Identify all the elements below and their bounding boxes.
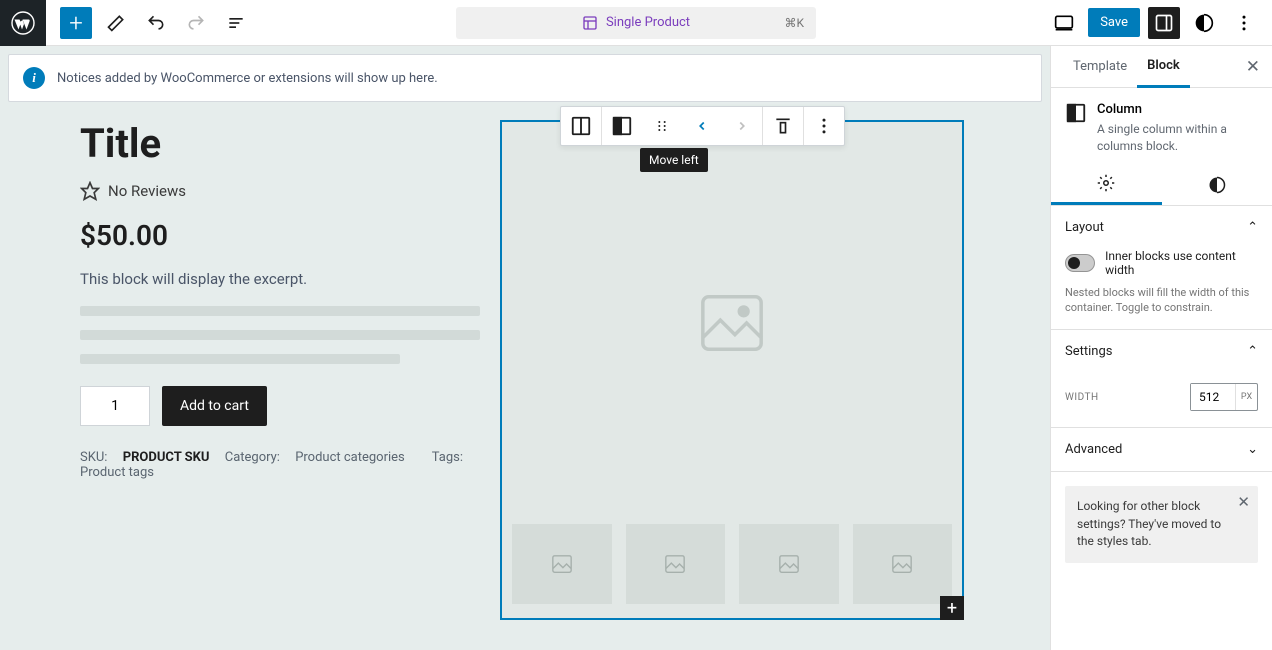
width-input[interactable] (1191, 384, 1235, 410)
settings-section-header[interactable]: Settings ⌃ (1051, 330, 1272, 373)
placeholder-line (80, 354, 400, 364)
more-options-button[interactable] (1228, 7, 1260, 39)
block-toolbar (560, 106, 845, 146)
notice-banner: i Notices added by WooCommerce or extens… (8, 54, 1042, 102)
sidebar-tab-block[interactable]: Block (1137, 47, 1190, 88)
image-icon (890, 553, 914, 575)
align-button[interactable] (763, 107, 803, 145)
block-name: Column (1097, 102, 1258, 117)
product-title[interactable]: Title (80, 120, 480, 167)
placeholder-line (80, 306, 480, 316)
info-icon: i (23, 67, 45, 89)
document-switcher[interactable]: Single Product ⌘K (456, 7, 816, 39)
block-inserter-button[interactable]: + (940, 596, 964, 620)
chevron-up-icon: ⌃ (1247, 220, 1258, 235)
shortcut-hint: ⌘K (784, 16, 804, 30)
block-type-button[interactable] (602, 107, 642, 145)
chevron-up-icon: ⌃ (1247, 344, 1258, 359)
layout-help-text: Nested blocks will fill the width of thi… (1065, 285, 1258, 316)
thumbnail-placeholder[interactable] (512, 524, 612, 604)
document-label: Single Product (606, 15, 690, 30)
toggle-label: Inner blocks use content width (1105, 249, 1258, 277)
content-width-toggle[interactable] (1065, 254, 1095, 272)
advanced-section-header[interactable]: Advanced ⌄ (1051, 428, 1272, 471)
block-description: A single column within a columns block. (1097, 121, 1258, 155)
notice-text: Notices added by WooCommerce or extensio… (57, 71, 438, 86)
view-desktop-button[interactable] (1048, 7, 1080, 39)
reviews-row[interactable]: No Reviews (80, 181, 480, 201)
width-label: WIDTH (1065, 392, 1099, 403)
redo-button[interactable] (180, 7, 212, 39)
list-view-button[interactable] (220, 7, 252, 39)
thumbnail-placeholder[interactable] (853, 524, 953, 604)
settings-subtab[interactable] (1051, 165, 1162, 205)
close-sidebar-button[interactable]: ✕ (1246, 57, 1260, 77)
dismiss-hint-button[interactable]: ✕ (1237, 492, 1250, 514)
move-right-button[interactable] (722, 107, 762, 145)
gear-icon (1097, 174, 1115, 192)
thumbnail-placeholder[interactable] (626, 524, 726, 604)
settings-sidebar-toggle[interactable] (1148, 7, 1180, 39)
placeholder-line (80, 330, 480, 340)
product-price[interactable]: $50.00 (80, 219, 480, 252)
thumbnail-placeholder[interactable] (739, 524, 839, 604)
undo-button[interactable] (140, 7, 172, 39)
image-icon (663, 553, 687, 575)
quantity-input[interactable] (80, 386, 150, 426)
add-block-button[interactable]: + (60, 7, 92, 39)
edit-tool-button[interactable] (100, 7, 132, 39)
contrast-icon (1208, 176, 1226, 194)
add-to-cart-button[interactable]: Add to cart (162, 386, 267, 426)
wordpress-logo[interactable] (0, 0, 46, 46)
selected-column-block[interactable]: + (500, 120, 964, 620)
save-button[interactable]: Save (1088, 8, 1140, 37)
block-more-options[interactable] (804, 107, 844, 145)
image-icon (550, 553, 574, 575)
chevron-down-icon: ⌄ (1247, 442, 1258, 457)
styles-hint-card: Looking for other block settings? They'v… (1065, 486, 1258, 562)
column-icon (1065, 102, 1087, 155)
width-unit-select[interactable]: px (1235, 384, 1257, 410)
image-placeholder[interactable] (512, 132, 952, 514)
styles-subtab[interactable] (1162, 165, 1272, 205)
parent-block-button[interactable] (561, 107, 601, 145)
product-meta[interactable]: SKU: PRODUCT SKU Category: Product categ… (80, 450, 480, 480)
product-excerpt[interactable]: This block will display the excerpt. (80, 270, 480, 288)
layout-section-header[interactable]: Layout ⌃ (1051, 206, 1272, 249)
sidebar-tab-template[interactable]: Template (1063, 46, 1137, 87)
styles-button[interactable] (1188, 7, 1220, 39)
tooltip: Move left (640, 148, 708, 172)
drag-handle[interactable] (642, 107, 682, 145)
reviews-label: No Reviews (108, 182, 186, 200)
move-left-button[interactable] (682, 107, 722, 145)
star-icon (80, 181, 100, 201)
image-icon (777, 553, 801, 575)
image-icon (692, 288, 772, 358)
